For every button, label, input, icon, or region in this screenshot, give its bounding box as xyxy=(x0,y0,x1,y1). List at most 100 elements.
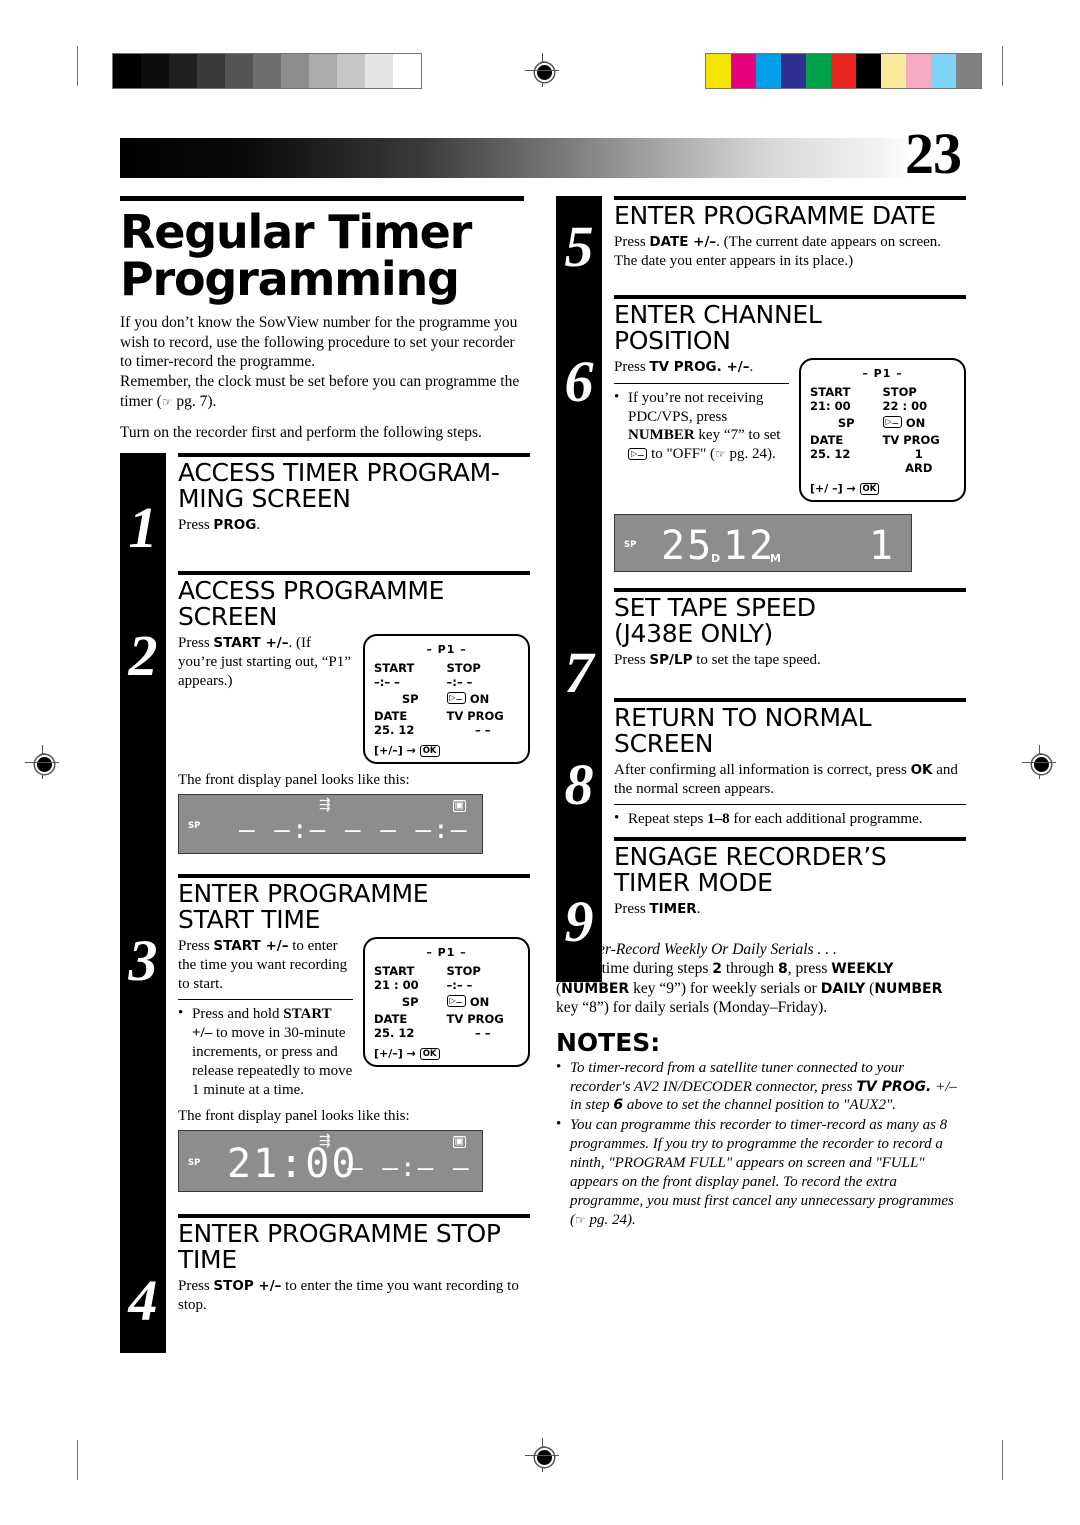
color-swatch-0 xyxy=(706,54,731,88)
steps-range-ref: 1–8 xyxy=(707,811,730,828)
title-divider xyxy=(120,196,524,201)
step-7: 7 SET TAPE SPEED (J438E ONLY) Press SP/LP… xyxy=(556,587,966,701)
step-6-heading: ENTER CHANNEL POSITION xyxy=(614,299,822,355)
date-button-ref: DATE +/– xyxy=(649,234,717,250)
lcd6-day-unit: D xyxy=(711,551,721,565)
tvprog-button-ref: TV PROG. +/– xyxy=(649,358,750,375)
step-5: 5 ENTER PROGRAMME DATE Press DATE +/–. (… xyxy=(556,196,966,276)
pointing-hand-icon: ☞ xyxy=(715,447,726,462)
osd3-tvprog-value: – – xyxy=(474,1025,491,1040)
osd-screen-step6: – P1 – START 21: 00 SP DATE 25. 12 STOP … xyxy=(799,357,966,502)
step-5-divider xyxy=(614,196,966,200)
step-2-body: Press START +/–. (If you’re just startin… xyxy=(178,634,351,689)
step-7-body: Press SP/LP to set the tape speed. xyxy=(614,651,821,668)
color-swatch-5 xyxy=(831,54,856,88)
color-swatch-7 xyxy=(881,54,906,88)
osd3-on-label: ON xyxy=(469,994,490,1009)
step-2: 2 ACCESS PROGRAMME SCREEN Press START +/–… xyxy=(120,570,530,875)
step-8-number: 8 xyxy=(564,751,594,817)
crop-mark-bottom-left xyxy=(77,1440,78,1480)
step-2-caption: The front display panel looks like this: xyxy=(178,771,410,788)
step-9-divider xyxy=(614,837,966,842)
step-6: 6 ENTER CHANNEL POSITION Press TV PROG. +… xyxy=(556,294,966,572)
step-3: 3 ENTER PROGRAMME START TIME Press START … xyxy=(120,873,530,1192)
step-6-body: Press TV PROG. +/–. xyxy=(614,358,754,375)
step-3-divider xyxy=(178,873,530,878)
gray-swatch-0 xyxy=(113,54,141,88)
grayscale-calibration-bar xyxy=(112,53,422,89)
osd3-date-label: DATE xyxy=(374,1011,408,1026)
step-8: 8 RETURN TO NORMAL SCREEN After confirmin… xyxy=(556,697,966,830)
osd2-date-label: DATE xyxy=(374,708,408,723)
osd2-footer: [+/–] → OK xyxy=(374,744,519,757)
step-8-divider xyxy=(614,697,966,702)
step-3-heading: ENTER PROGRAMME START TIME xyxy=(178,878,429,934)
gray-swatch-4 xyxy=(225,54,253,88)
osd3-start-value: 21 : 00 xyxy=(374,977,419,992)
step-4-divider xyxy=(178,1213,530,1218)
osd-screen-step3: – P1 – START 21 : 00 SP DATE 25. 12 STOP… xyxy=(363,936,530,1067)
osd2-stop-value: –:– – xyxy=(446,674,473,689)
osd3-date-value: 25. 12 xyxy=(374,1025,415,1040)
gray-swatch-1 xyxy=(141,54,169,88)
osd6-date-value: 25. 12 xyxy=(810,446,851,461)
step-8-body: After confirming all information is corr… xyxy=(614,761,958,797)
cassette-icon: ▣ xyxy=(452,799,466,812)
page-title-line2: Programming xyxy=(120,251,460,306)
registration-mark-top xyxy=(525,53,559,87)
number-button-ref-2: NUMBER xyxy=(561,980,630,997)
osd-screen-step2: – P1 – START –:– – SP DATE 25. 12 STOP –… xyxy=(363,633,530,764)
step-2-number: 2 xyxy=(128,622,158,688)
lcd3-sp-indicator: SP xyxy=(188,1157,201,1168)
step-7-heading: SET TAPE SPEED (J438E ONLY) xyxy=(614,592,816,648)
osd3-program-label: – P1 – xyxy=(426,945,467,959)
intro-ref-1: pg. 7). xyxy=(176,393,217,411)
note-2: You can programme this recorder to timer… xyxy=(556,1115,966,1229)
osd3-speed: SP xyxy=(401,994,419,1009)
step-1: 1 ACCESS TIMER PROGRAM- MING SCREEN Press… xyxy=(120,452,530,556)
step-7-divider xyxy=(614,587,966,592)
lcd-panel-step2: SP ⇶ ▣ – –:– – – –:– – – – xyxy=(178,793,483,875)
gray-swatch-10 xyxy=(393,54,421,88)
step-8-sub-divider xyxy=(614,804,966,806)
step-5-heading: ENTER PROGRAMME DATE xyxy=(614,201,936,230)
notes-section: NOTES: To timer-record from a satellite … xyxy=(556,1028,966,1230)
step-6-divider xyxy=(614,294,966,299)
osd6-tvprog-label: TV PROG xyxy=(882,432,940,447)
step-4-body: Press STOP +/– to enter the time you wan… xyxy=(178,1277,519,1313)
tvprog-button-ref-2: TV PROG. xyxy=(856,1078,932,1095)
color-swatch-9 xyxy=(931,54,956,88)
step-5-body: Press DATE +/–. (The current date appear… xyxy=(614,234,942,269)
step-3-caption: The front display panel looks like this: xyxy=(178,1107,410,1124)
note-1: To timer-record from a satellite tuner c… xyxy=(556,1058,966,1116)
osd2-tvprog-value: – – xyxy=(474,722,491,737)
step-4-heading: ENTER PROGRAMME STOP TIME xyxy=(178,1218,501,1274)
osd2-start-value: –:– – xyxy=(374,674,400,689)
step-3-body: Press START +/– to enter the time you wa… xyxy=(178,937,348,992)
lcd2-sp-indicator: SP xyxy=(188,820,201,831)
color-swatch-1 xyxy=(731,54,756,88)
tape-icon: ▷⚊ xyxy=(882,416,902,429)
step-9-body: Press TIMER. xyxy=(614,901,701,918)
intro-paragraph-3: Turn on the recorder first and perform t… xyxy=(120,423,482,441)
osd2-stop-label: STOP xyxy=(446,660,481,675)
ok-icon: OK xyxy=(859,482,880,495)
osd6-speed: SP xyxy=(837,415,855,430)
osd6-start-value: 21: 00 xyxy=(810,398,851,413)
osd6-date-label: DATE xyxy=(810,432,844,447)
osd2-date-value: 25. 12 xyxy=(374,722,415,737)
osd6-tvprog-station: ARD xyxy=(905,460,933,475)
prog-button-ref: PROG xyxy=(213,516,257,533)
step-1-body: Press PROG. xyxy=(178,516,261,533)
gray-swatch-3 xyxy=(197,54,225,88)
cassette-icon: ▣ xyxy=(452,1135,466,1148)
color-calibration-bar xyxy=(705,53,982,89)
osd2-tvprog-label: TV PROG xyxy=(446,708,504,723)
step-9: 9 ENGAGE RECORDER’S TIMER MODE Press TIME… xyxy=(556,837,966,951)
step-6-bullet: If you’re not receiving PDC/VPS, press N… xyxy=(614,388,789,465)
color-swatch-10 xyxy=(956,54,981,88)
serials-title: To Timer-Record Weekly Or Daily Serials … xyxy=(556,941,837,959)
start-button-ref: START +/– xyxy=(213,634,289,651)
lcd-panel-step3: SP ⇶ ▣ 21:00 – –:– – xyxy=(178,1129,483,1192)
page-title: Regular Timer Programming xyxy=(120,209,530,303)
